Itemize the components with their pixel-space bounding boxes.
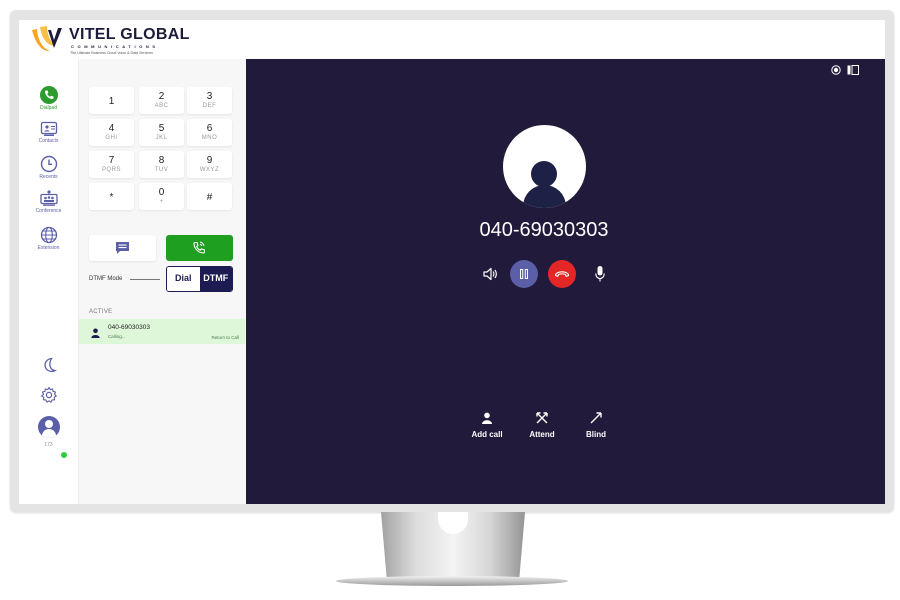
add-call-button[interactable]: Add call	[464, 411, 510, 439]
blind-transfer-button[interactable]: Blind	[573, 411, 619, 439]
attend-label: Attend	[529, 430, 555, 439]
add-call-label: Add call	[471, 430, 503, 439]
hangup-button[interactable]	[548, 260, 576, 288]
key-3[interactable]: 3 DEF	[187, 87, 232, 114]
active-call-status: Calling...	[108, 334, 126, 339]
divider	[130, 279, 160, 280]
dark-mode-toggle[interactable]	[19, 356, 78, 379]
dtmf-mode-label: DTMF Mode	[89, 276, 123, 282]
message-button[interactable]	[89, 235, 156, 261]
key-2[interactable]: 2 ABC	[139, 87, 184, 114]
sidebar-item-conference[interactable]: Conference	[19, 189, 78, 214]
logo-subtitle: COMMUNICATIONS	[71, 44, 159, 49]
chat-icon	[116, 242, 129, 254]
blind-transfer-icon	[590, 412, 602, 424]
app-header: VITEL GLOBAL COMMUNICATIONS The Ultimate…	[19, 20, 885, 60]
blind-label: Blind	[586, 430, 606, 439]
active-call-row[interactable]: 040-69030303 Calling... Return to Call	[79, 319, 245, 344]
hold-button[interactable]	[510, 260, 538, 288]
dialer-panel: 1 2 ABC 3 DEF 4 GHI 5 JKL 6 MNO 7 PQRS 8 TUV 9W…	[79, 59, 246, 504]
moon-icon	[43, 357, 57, 373]
sidebar-item-label: Conference	[35, 208, 62, 214]
logo-mark-icon	[32, 26, 62, 52]
key-9[interactable]: 9 WXYZ	[187, 151, 232, 178]
profile-button[interactable]: 173	[19, 416, 78, 448]
sidebar-item-dialpad[interactable]: Dialpad	[19, 86, 78, 111]
add-user-icon	[482, 412, 492, 424]
caller-number: 040-69030303	[479, 219, 609, 241]
sidebar-nav: Dialpad Contacts Recents Conference Exte…	[19, 59, 79, 504]
caller-avatar	[503, 125, 586, 208]
logo-tagline: The Ultimate Business Cloud Voice & Data…	[70, 51, 153, 55]
speaker-icon[interactable]	[482, 266, 498, 282]
sidebar-item-label: Extension	[37, 245, 60, 251]
attended-transfer-button[interactable]: Attend	[519, 411, 565, 439]
key-star[interactable]: *	[89, 183, 134, 210]
record-icon[interactable]	[831, 65, 841, 75]
app-screen: VITEL GLOBAL COMMUNICATIONS The Ultimate…	[19, 20, 885, 504]
dtmf-mode-toggle[interactable]: Dial DTMF	[166, 266, 233, 292]
user-icon	[91, 328, 100, 338]
return-to-call-link[interactable]: Return to Call	[211, 335, 239, 340]
key-hash[interactable]: #	[187, 183, 232, 210]
key-4[interactable]: 4 GHI	[89, 119, 134, 146]
sidebar-item-recents[interactable]: Recents	[19, 155, 78, 180]
attended-transfer-icon	[536, 412, 548, 424]
phone-icon	[193, 241, 205, 254]
phone-icon	[39, 86, 58, 104]
pause-icon	[520, 269, 529, 279]
settings-button[interactable]	[19, 386, 78, 409]
clock-icon	[40, 155, 57, 173]
key-8[interactable]: 8 TUV	[139, 151, 184, 178]
call-view: 040-69030303 Add call Attend Blind	[246, 59, 885, 504]
active-call-number: 040-69030303	[108, 324, 150, 331]
key-1[interactable]: 1	[89, 87, 134, 114]
sidebar-item-contacts[interactable]: Contacts	[19, 121, 78, 144]
contacts-icon	[40, 121, 57, 136]
globe-icon	[40, 226, 57, 244]
key-6[interactable]: 6 MNO	[187, 119, 232, 146]
sidebar-item-extension[interactable]: Extension	[19, 226, 78, 251]
logo-title: VITEL GLOBAL	[69, 26, 190, 43]
panel-toggle-icon[interactable]	[847, 65, 859, 75]
online-status-indicator	[60, 451, 68, 459]
extension-number: 173	[44, 442, 53, 448]
conference-icon	[39, 190, 58, 206]
call-controls	[482, 259, 612, 289]
gear-icon	[40, 386, 57, 403]
monitor-base	[336, 576, 568, 586]
dtmf-option-dial[interactable]: Dial	[167, 267, 200, 291]
active-calls-header: ACTIVE	[89, 309, 113, 315]
sidebar-item-label: Contacts	[38, 138, 59, 144]
key-0[interactable]: 0 +	[139, 183, 184, 210]
sidebar-item-label: Dialpad	[40, 105, 57, 111]
dtmf-option-dtmf[interactable]: DTMF	[199, 267, 232, 291]
key-7[interactable]: 7 PQRS	[89, 151, 134, 178]
avatar	[37, 416, 60, 438]
sidebar-item-label: Recents	[39, 174, 58, 180]
call-button[interactable]	[166, 235, 233, 261]
hangup-icon	[554, 271, 570, 277]
window-controls	[831, 65, 859, 75]
microphone-icon[interactable]	[594, 265, 606, 283]
key-5[interactable]: 5 JKL	[139, 119, 184, 146]
